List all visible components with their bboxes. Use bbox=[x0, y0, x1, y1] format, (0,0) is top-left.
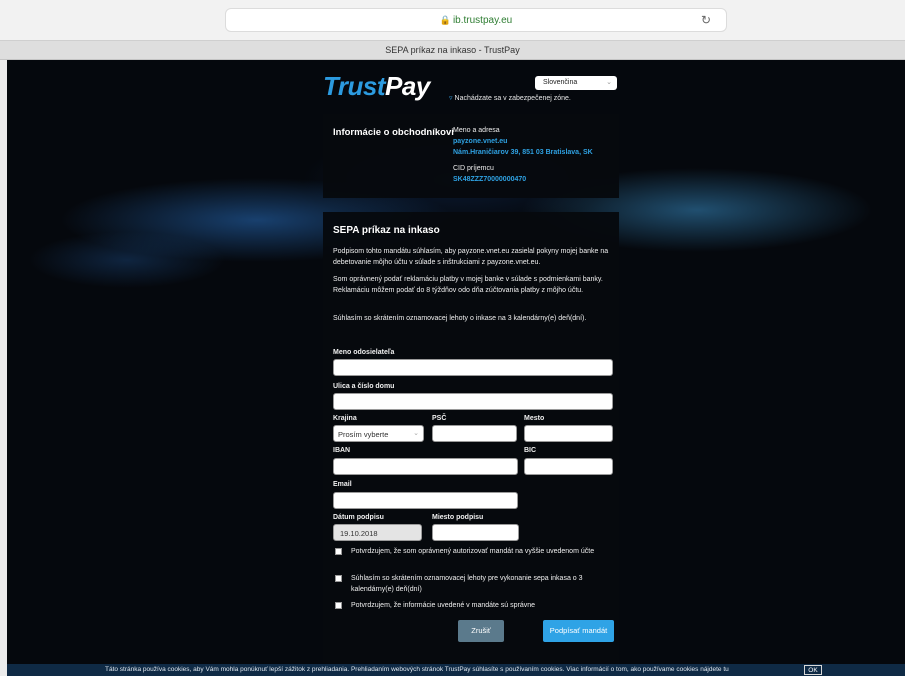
cookie-banner: Táto stránka používa cookies, aby Vám mo… bbox=[7, 664, 905, 676]
lock-icon: 🔒 bbox=[439, 15, 451, 25]
merchant-details: Meno a adresa payzone.vnet.eu Nám.Hranič… bbox=[453, 125, 593, 185]
language-select[interactable]: Slovenčina ⌄ bbox=[535, 76, 617, 90]
email-input[interactable] bbox=[333, 492, 518, 509]
info-correct-checkbox[interactable] bbox=[335, 602, 342, 609]
mandate-title: SEPA príkaz na inkaso bbox=[333, 225, 440, 236]
address-bar[interactable]: 🔒 ib.trustpay.eu ↻ bbox=[225, 8, 727, 32]
cancel-button[interactable]: Zrušiť bbox=[458, 620, 504, 642]
country-select-value: Prosím vyberte bbox=[338, 430, 389, 439]
sender-name-label: Meno odosielateľa bbox=[333, 349, 395, 356]
info-correct-check-label: Potvrdzujem, že informácie uvedené v man… bbox=[351, 602, 536, 609]
mandate-para3: Súhlasím so skrátením oznamovacej lehoty… bbox=[333, 315, 587, 322]
cid-label: CID príjemcu bbox=[453, 165, 494, 172]
sepa-mandate-card: SEPA príkaz na inkaso Podpisom tohto man… bbox=[323, 212, 619, 674]
cookie-ok-button[interactable]: OK bbox=[804, 665, 822, 675]
logo-part2: Pay bbox=[385, 71, 430, 101]
language-value: Slovenčina bbox=[543, 79, 578, 86]
country-label: Krajina bbox=[333, 415, 357, 422]
sign-place-input[interactable] bbox=[432, 524, 519, 541]
sign-date-label: Dátum podpisu bbox=[333, 514, 384, 521]
iban-label: IBAN bbox=[333, 447, 351, 454]
browser-toolbar: 🔒 ib.trustpay.eu ↻ bbox=[0, 0, 905, 40]
url-text: ib.trustpay.eu bbox=[452, 15, 513, 26]
bic-label: BIC bbox=[524, 447, 537, 454]
chevron-down-icon: ⌄ bbox=[606, 79, 612, 86]
zip-label: PSČ bbox=[432, 415, 447, 422]
authorize-checkbox[interactable] bbox=[335, 548, 342, 555]
notice-period-checkbox[interactable] bbox=[335, 575, 342, 582]
merchant-title: Informácie o obchodníkovi bbox=[333, 127, 454, 138]
merchant-name: payzone.vnet.eu bbox=[453, 138, 508, 145]
cid-value: SK48ZZZ70000000470 bbox=[453, 176, 527, 183]
sign-place-label: Miesto podpisu bbox=[432, 514, 484, 521]
city-input[interactable] bbox=[524, 425, 613, 442]
secure-zone-note: ▿ Nachádzate sa v zabezpečenej zóne. bbox=[449, 94, 571, 102]
url-display: 🔒 ib.trustpay.eu bbox=[226, 15, 726, 26]
mandate-para2: Som oprávnený podať reklamáciu platby v … bbox=[333, 276, 603, 294]
trustpay-logo: TrustPay bbox=[323, 71, 430, 102]
city-label: Mesto bbox=[524, 415, 545, 422]
chevron-down-icon: ⌄ bbox=[413, 430, 419, 437]
page-content: TrustPay Slovenčina ⌄ ▿ Nachádzate sa v za… bbox=[7, 60, 905, 676]
country-select[interactable]: Prosím vyberte ⌄ bbox=[333, 425, 424, 442]
sign-mandate-button[interactable]: Podpísať mandát bbox=[543, 620, 614, 642]
reload-icon[interactable]: ↻ bbox=[701, 13, 711, 27]
mandate-para1: Podpisom tohto mandátu súhlasím, aby pay… bbox=[333, 248, 609, 266]
merchant-address: Nám.Hraničiarov 39, 851 03 Bratislava, S… bbox=[453, 149, 593, 156]
shield-icon: ▿ bbox=[449, 95, 453, 102]
notice-period-check-label: Súhlasím so skrátením oznamovacej lehoty… bbox=[351, 575, 583, 593]
street-label: Ulica a číslo domu bbox=[333, 383, 395, 390]
email-label: Email bbox=[333, 481, 352, 488]
sender-name-input[interactable] bbox=[333, 359, 613, 376]
name-label: Meno a adresa bbox=[453, 127, 500, 134]
cookie-text: Táto stránka používa cookies, aby Vám mo… bbox=[105, 666, 729, 673]
sign-date-input: 19.10.2018 bbox=[333, 524, 422, 541]
zip-input[interactable] bbox=[432, 425, 517, 442]
tab-bar: SEPA príkaz na inkaso - TrustPay bbox=[0, 40, 905, 60]
iban-input[interactable] bbox=[333, 458, 518, 475]
secure-note-text: Nachádzate sa v zabezpečenej zóne. bbox=[454, 95, 571, 102]
authorize-check-label: Potvrdzujem, že som oprávnený autorizova… bbox=[351, 548, 595, 555]
street-input[interactable] bbox=[333, 393, 613, 410]
logo-part1: Trust bbox=[323, 71, 386, 101]
merchant-info-card: Informácie o obchodníkovi Meno a adresa … bbox=[323, 114, 619, 198]
tab-title[interactable]: SEPA príkaz na inkaso - TrustPay bbox=[0, 45, 905, 55]
bic-input[interactable] bbox=[524, 458, 613, 475]
